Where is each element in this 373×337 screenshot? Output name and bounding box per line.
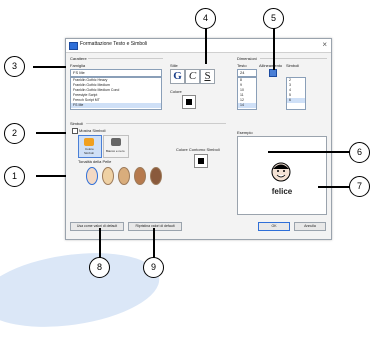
callout-9-line bbox=[153, 228, 155, 258]
bold-button[interactable]: G bbox=[170, 69, 185, 84]
cancel-button[interactable]: Annulla bbox=[294, 222, 326, 231]
text-size-list[interactable]: 8 9 10 11 12 14 bbox=[237, 77, 257, 110]
callout-7: 7 bbox=[349, 176, 370, 197]
black-white-option[interactable]: Bianco e nero bbox=[103, 135, 129, 158]
color-symbol-icon bbox=[84, 138, 94, 146]
align-button[interactable] bbox=[269, 69, 277, 77]
skin-tone-3[interactable] bbox=[118, 167, 130, 185]
title-bar: Formattazione Testo e Simboli × bbox=[66, 39, 331, 53]
close-icon[interactable]: × bbox=[322, 40, 327, 49]
simboli-section-label: Simboli bbox=[70, 121, 84, 126]
callout-6-line bbox=[268, 151, 350, 153]
callout-3: 3 bbox=[4, 56, 25, 77]
stile-label: Stile bbox=[170, 63, 178, 68]
callout-8: 8 bbox=[89, 257, 110, 278]
callout-1: 1 bbox=[4, 166, 25, 187]
example-word: felice bbox=[271, 187, 293, 196]
color-symbols-option[interactable]: Colore Simboli bbox=[78, 135, 102, 158]
text-color-label: Colore bbox=[170, 89, 182, 94]
show-symbols-label: Mostra Simboli bbox=[79, 128, 106, 133]
font-family-value: FS Me bbox=[73, 70, 85, 75]
callout-1-line bbox=[36, 175, 66, 177]
underline-button[interactable]: S bbox=[200, 69, 215, 84]
font-list-item[interactable]: FS Me bbox=[71, 103, 161, 108]
callout-4: 4 bbox=[195, 8, 216, 29]
outline-color-swatch[interactable] bbox=[194, 154, 208, 168]
callout-9: 9 bbox=[143, 257, 164, 278]
callout-4-line bbox=[205, 27, 207, 64]
font-family-input[interactable]: FS Me bbox=[70, 69, 162, 77]
dimensioni-label: Dimensioni bbox=[237, 56, 257, 61]
size-item[interactable]: 14 bbox=[238, 103, 256, 108]
divider bbox=[260, 58, 327, 59]
bw-symbol-icon bbox=[111, 138, 121, 146]
format-dialog: Formattazione Testo e Simboli × Caratter… bbox=[65, 38, 332, 240]
callout-6: 6 bbox=[349, 142, 370, 163]
divider bbox=[86, 123, 226, 124]
app-icon bbox=[69, 42, 78, 50]
callout-7-line bbox=[318, 186, 350, 188]
text-color-swatch[interactable] bbox=[182, 95, 196, 109]
font-list[interactable]: Franklin Gothic Heavy Franklin Gothic Me… bbox=[70, 77, 162, 110]
text-size-input[interactable]: 24 bbox=[237, 69, 257, 77]
callout-3-line bbox=[33, 66, 66, 68]
callout-8-line bbox=[99, 228, 101, 258]
color-option-sub: Simboli bbox=[84, 151, 94, 155]
skin-tone-2[interactable] bbox=[102, 167, 114, 185]
divider bbox=[88, 58, 163, 59]
restore-default-button[interactable]: Ripristina valori di default bbox=[128, 222, 182, 231]
callout-5-line bbox=[273, 27, 275, 70]
bw-option-label: Bianco e nero bbox=[106, 149, 125, 153]
allineamento-label: Allineamento bbox=[259, 63, 283, 68]
example-preview: felice bbox=[237, 136, 327, 215]
callout-2: 2 bbox=[4, 123, 25, 144]
italic-button[interactable]: C bbox=[185, 69, 200, 84]
show-symbols-checkbox[interactable] bbox=[72, 128, 78, 134]
skin-tone-4[interactable] bbox=[134, 167, 146, 185]
font-family-label: Famiglia bbox=[70, 63, 86, 68]
callout-2-line bbox=[36, 132, 66, 134]
simboli-size-label: Simboli bbox=[286, 63, 300, 68]
example-label: Esempio bbox=[237, 130, 253, 135]
happy-face-symbol bbox=[271, 162, 291, 182]
skin-tone-label: Tonalità della Pelle bbox=[78, 159, 112, 164]
testo-label: Testo bbox=[237, 63, 247, 68]
skin-tone-5[interactable] bbox=[150, 167, 162, 185]
carattere-label: Carattere bbox=[70, 56, 87, 61]
outline-color-label: Colore Contorno Simboli bbox=[176, 147, 220, 152]
text-size-value: 24 bbox=[240, 70, 245, 75]
color-fill bbox=[186, 99, 192, 105]
symbol-size-item[interactable]: 6 bbox=[287, 98, 305, 103]
callout-5: 5 bbox=[263, 8, 284, 29]
skin-tone-1[interactable] bbox=[86, 167, 98, 185]
set-default-button[interactable]: Usa come valori di default bbox=[70, 222, 124, 231]
color-fill bbox=[198, 158, 204, 164]
symbol-size-list[interactable]: 2 3 4 5 6 bbox=[286, 77, 306, 110]
decorative-background-shape bbox=[0, 242, 164, 337]
dialog-title: Formattazione Testo e Simboli bbox=[80, 41, 148, 47]
ok-button[interactable]: OK bbox=[258, 222, 290, 231]
